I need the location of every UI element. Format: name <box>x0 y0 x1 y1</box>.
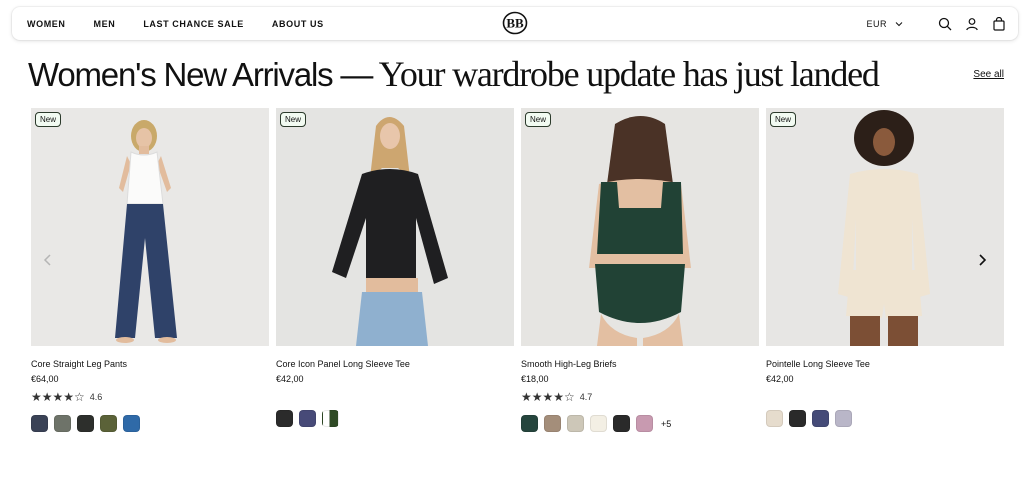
product-name[interactable]: Core Icon Panel Long Sleeve Tee <box>276 359 514 369</box>
color-swatch[interactable] <box>812 410 829 427</box>
product-price: €18,00 <box>521 374 549 384</box>
color-swatch[interactable] <box>544 415 561 432</box>
product-card[interactable]: New Core Icon Panel Long Sleeve Tee €42,… <box>276 108 514 427</box>
rating-value: 4.7 <box>579 392 593 402</box>
nav-women[interactable]: WOMEN <box>27 19 66 29</box>
product-name[interactable]: Core Straight Leg Pants <box>31 359 269 369</box>
product-image[interactable]: New <box>521 108 759 346</box>
nav-men[interactable]: MEN <box>94 19 116 29</box>
product-name[interactable]: Smooth High-Leg Briefs <box>521 359 759 369</box>
nav-last-chance-sale[interactable]: LAST CHANCE SALE <box>143 19 244 29</box>
product-name[interactable]: Pointelle Long Sleeve Tee <box>766 359 1004 369</box>
new-badge: New <box>35 112 62 127</box>
account-icon[interactable] <box>965 17 979 31</box>
product-price: €42,00 <box>276 374 304 384</box>
rating-value: 4.6 <box>89 392 103 402</box>
more-colors-link[interactable]: +5 <box>661 419 671 429</box>
color-swatch[interactable] <box>276 410 293 427</box>
color-swatch[interactable] <box>54 415 71 432</box>
chevron-left-icon <box>43 254 51 266</box>
currency-label: EUR <box>866 18 887 29</box>
product-card[interactable]: New Pointelle Long Sleeve Tee €42,00 <box>766 108 1004 427</box>
color-swatch[interactable] <box>31 415 48 432</box>
carousel-next-button[interactable] <box>974 252 990 268</box>
carousel-prev-button[interactable] <box>40 252 56 268</box>
color-swatches <box>766 410 1004 427</box>
see-all-link[interactable]: See all <box>973 69 1004 80</box>
product-card[interactable]: New Smooth High-Leg Briefs €18,00 ★★★★☆ … <box>521 108 759 432</box>
color-swatch[interactable] <box>835 410 852 427</box>
new-badge: New <box>280 112 307 127</box>
section-title: Women's New Arrivals — Your wardrobe upd… <box>28 52 880 104</box>
color-swatch[interactable] <box>636 415 653 432</box>
header-actions: EUR <box>866 7 1006 40</box>
currency-selector[interactable]: EUR <box>866 19 903 29</box>
color-swatch[interactable] <box>613 415 630 432</box>
product-card[interactable]: New Core Straight Leg Pants €64,00 ★★★★☆… <box>31 108 269 432</box>
product-price: €64,00 <box>31 374 59 384</box>
product-image[interactable]: New <box>31 108 269 346</box>
product-image[interactable]: New <box>276 108 514 346</box>
chevron-right-icon <box>979 254 987 266</box>
color-swatch[interactable] <box>766 410 783 427</box>
site-header: WOMEN MEN LAST CHANCE SALE ABOUT US BB E… <box>12 7 1018 40</box>
color-swatch[interactable] <box>567 415 584 432</box>
product-rating: ★★★★☆ 4.7 <box>521 391 759 403</box>
color-swatch[interactable] <box>521 415 538 432</box>
section-header: Women's New Arrivals — Your wardrobe upd… <box>28 52 1004 96</box>
cart-icon[interactable] <box>992 16 1006 31</box>
color-swatch[interactable] <box>299 410 316 427</box>
section-title-serif: Your wardrobe update has just landed <box>372 54 880 94</box>
svg-text:BB: BB <box>506 16 524 31</box>
product-image[interactable]: New <box>766 108 1004 346</box>
color-swatch[interactable] <box>322 410 339 427</box>
product-price: €42,00 <box>766 374 794 384</box>
color-swatch[interactable] <box>590 415 607 432</box>
product-rating: ★★★★☆ 4.6 <box>31 391 269 403</box>
new-badge: New <box>525 112 552 127</box>
color-swatches: +5 <box>521 415 759 432</box>
star-rating-icon: ★★★★☆ <box>31 390 85 404</box>
color-swatch[interactable] <box>100 415 117 432</box>
color-swatch[interactable] <box>77 415 94 432</box>
color-swatches <box>31 415 269 432</box>
new-badge: New <box>770 112 797 127</box>
color-swatch[interactable] <box>123 415 140 432</box>
nav-about-us[interactable]: ABOUT US <box>272 19 324 29</box>
color-swatch[interactable] <box>789 410 806 427</box>
brand-logo[interactable]: BB <box>502 11 528 35</box>
search-icon[interactable] <box>938 17 952 31</box>
star-rating-icon: ★★★★☆ <box>521 390 575 404</box>
main-nav: WOMEN MEN LAST CHANCE SALE ABOUT US <box>27 7 352 40</box>
section-title-sans: Women's New Arrivals — <box>28 56 373 93</box>
color-swatches <box>276 410 514 427</box>
chevron-down-icon <box>895 20 903 28</box>
